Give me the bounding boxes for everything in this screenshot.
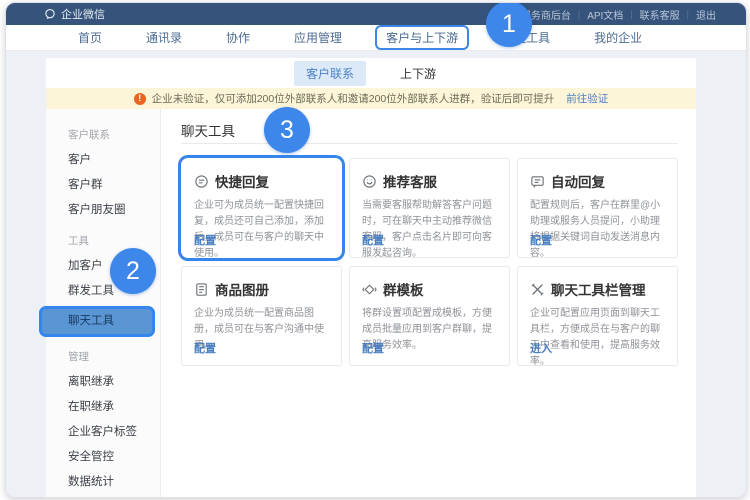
- app-window: 企业微信 服务商后台 | API文档 | 联系客服 | 退出 首页 通讯录 协作…: [5, 2, 747, 498]
- configure-link[interactable]: 配置: [530, 232, 552, 248]
- chat-toolbar-icon: [530, 282, 545, 297]
- tab-strip: 客户联系 上下游: [46, 58, 696, 88]
- sidebar-item-resigned-inheritance[interactable]: 离职继承: [46, 370, 160, 395]
- sidebar: 客户联系 客户 客户群 客户朋友圈 工具 加客户 群发工具 聊天工具 管理 离职…: [46, 109, 161, 497]
- main-nav: 首页 通讯录 协作 应用管理 客户与上下游 管理工具 我的企业: [6, 25, 746, 51]
- recommend-service-icon: [362, 174, 377, 189]
- page-title: 聊天工具: [181, 120, 235, 140]
- tab-upstream-downstream[interactable]: 上下游: [388, 61, 448, 86]
- nav-item-my-company[interactable]: 我的企业: [594, 29, 642, 46]
- card-title: 推荐客服: [383, 171, 437, 191]
- configure-link[interactable]: 配置: [362, 340, 384, 356]
- annotation-badge-1: 1: [486, 2, 532, 47]
- card-desc: 企业可为成员统一配置快捷回复，成员还可自己添加，添加后，成员可在与客户的聊天中使…: [194, 198, 329, 262]
- configure-link[interactable]: 配置: [194, 340, 216, 356]
- annotation-badge-2: 2: [110, 248, 156, 294]
- sidebar-item-customer-groups[interactable]: 客户群: [46, 173, 160, 198]
- card-title: 群模板: [383, 279, 424, 299]
- nav-item-app-management[interactable]: 应用管理: [294, 29, 342, 46]
- sidebar-item-data-statistics[interactable]: 数据统计: [46, 470, 160, 495]
- title-divider: [181, 143, 678, 144]
- tool-cards-grid: 快捷回复 企业可为成员统一配置快捷回复，成员还可自己添加，添加后，成员可在与客户…: [181, 158, 678, 366]
- nav-item-collaboration[interactable]: 协作: [226, 29, 250, 46]
- card-quick-reply[interactable]: 快捷回复 企业可为成员统一配置快捷回复，成员还可自己添加，添加后，成员可在与客户…: [181, 158, 342, 258]
- warning-icon: !: [134, 93, 146, 105]
- auto-reply-icon: [530, 174, 545, 189]
- card-title: 快捷回复: [215, 171, 269, 191]
- sidebar-header-customer-contact: 客户联系: [46, 117, 160, 148]
- topbar-links: 服务商后台 | API文档 | 联系客服 | 退出: [521, 7, 746, 22]
- configure-link[interactable]: 配置: [362, 232, 384, 248]
- card-desc: 配置规则后，客户在群里@小助理或服务人员提问，小助理将根据关键词自动发送消息内容…: [530, 198, 665, 262]
- api-docs-link[interactable]: API文档: [587, 7, 623, 22]
- topbar: 企业微信 服务商后台 | API文档 | 联系客服 | 退出: [6, 3, 746, 25]
- banner-text: 企业未验证，仅可添加200位外部联系人和邀请200位外部联系人进群，验证后即可提…: [152, 91, 555, 106]
- sidebar-item-onjob-inheritance[interactable]: 在职继承: [46, 395, 160, 420]
- go-verify-link[interactable]: 前往验证: [566, 91, 608, 106]
- sidebar-item-customers[interactable]: 客户: [46, 148, 160, 173]
- sidebar-item-customer-tags[interactable]: 企业客户标签: [46, 420, 160, 445]
- card-recommend-service[interactable]: 推荐客服 当需要客服帮助解答客户问题时，可在聊天中主动推荐微信客服，客户点击名片…: [349, 158, 510, 258]
- separator: |: [687, 9, 689, 19]
- separator: |: [630, 9, 632, 19]
- enter-link[interactable]: 进入: [530, 340, 552, 356]
- configure-link[interactable]: 配置: [194, 232, 216, 248]
- card-title: 商品图册: [215, 279, 269, 299]
- card-desc: 企业可配置应用页面到聊天工具栏，方便成员在与客户的聊天中查看和使用，提高服务效率…: [530, 306, 665, 370]
- group-template-icon: [362, 282, 377, 297]
- sidebar-item-security-control[interactable]: 安全管控: [46, 445, 160, 470]
- sidebar-item-chat-tools-selected[interactable]: 聊天工具: [39, 306, 155, 337]
- card-title: 聊天工具栏管理: [551, 279, 646, 299]
- card-title: 自动回复: [551, 171, 605, 191]
- nav-item-home[interactable]: 首页: [78, 29, 102, 46]
- nav-item-customers-highlighted[interactable]: 客户与上下游: [375, 25, 469, 50]
- card-auto-reply[interactable]: 自动回复 配置规则后，客户在群里@小助理或服务人员提问，小助理将根据关键词自动发…: [517, 158, 678, 258]
- sidebar-header-management: 管理: [46, 339, 160, 370]
- card-product-album[interactable]: 商品图册 企业为成员统一配置商品图册，成员可在与客户沟通中使用。 配置: [181, 266, 342, 366]
- brand-name: 企业微信: [61, 6, 105, 22]
- main-content: 聊天工具 快捷回复 企业可为成员统一配置快捷回复，成员还可自己添加，添加后，成员…: [161, 109, 696, 497]
- sidebar-item-customer-moments[interactable]: 客户朋友圈: [46, 198, 160, 223]
- verification-banner: ! 企业未验证，仅可添加200位外部联系人和邀请200位外部联系人进群，验证后即…: [46, 88, 696, 109]
- card-chat-toolbar-management[interactable]: 聊天工具栏管理 企业可配置应用页面到聊天工具栏，方便成员在与客户的聊天中查看和使…: [517, 266, 678, 366]
- separator: |: [578, 9, 580, 19]
- tab-customer-contact[interactable]: 客户联系: [294, 61, 366, 86]
- card-desc: 当需要客服帮助解答客户问题时，可在聊天中主动推荐微信客服，客户点击名片即可向客服…: [362, 198, 497, 262]
- contact-support-link[interactable]: 联系客服: [640, 7, 680, 22]
- product-album-icon: [194, 282, 209, 297]
- quick-reply-icon: [194, 174, 209, 189]
- card-group-template[interactable]: 群模板 将群设置项配置成模板，方便成员批量应用到客户群聊，提高服务效率。 配置: [349, 266, 510, 366]
- annotation-badge-3: 3: [264, 107, 310, 153]
- brand: 企业微信: [6, 6, 105, 22]
- nav-item-contacts[interactable]: 通讯录: [146, 29, 182, 46]
- wechat-work-logo-icon: [44, 8, 56, 20]
- logout-link[interactable]: 退出: [696, 7, 716, 22]
